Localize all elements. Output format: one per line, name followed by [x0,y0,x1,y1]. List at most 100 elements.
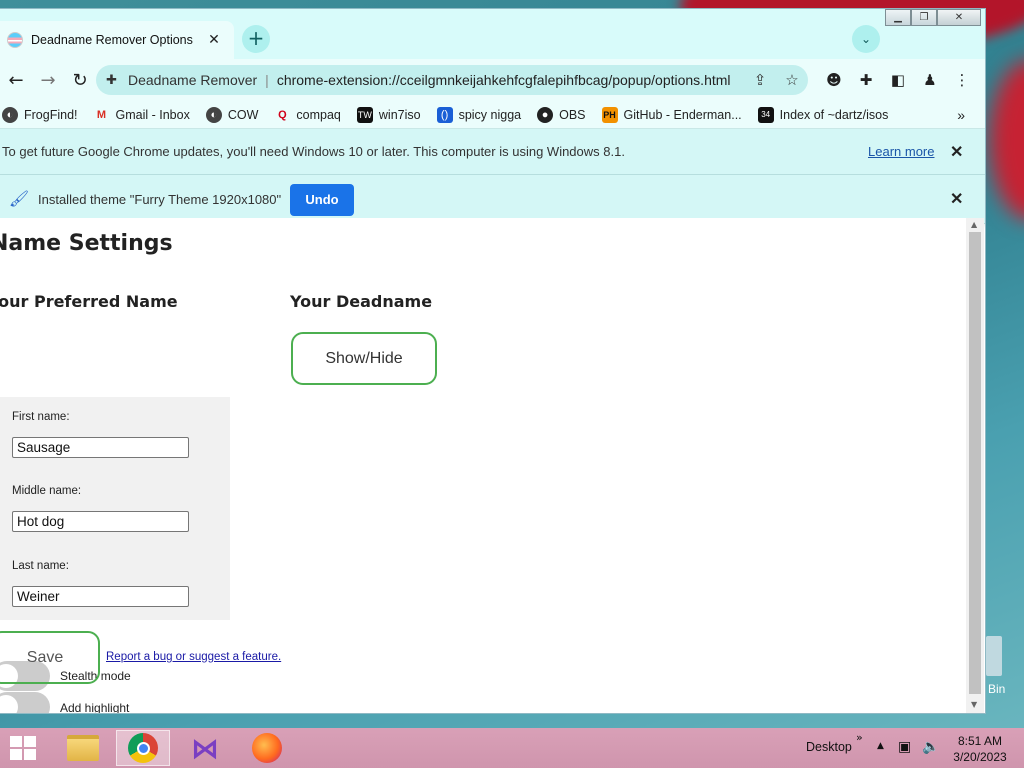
wallpaper-blob [990,60,1024,220]
tab-title: Deadname Remover Options [31,33,193,47]
address-separator: | [265,72,269,88]
add-highlight-label: Add highlight [60,701,130,714]
toolbar-right-icons: ☻ ✚ ◧ ♟ ⋮ [818,69,978,91]
address-url[interactable]: chrome-extension://cceilgmnkeijahkehfcgf… [277,72,744,88]
chrome-taskbar-icon[interactable] [116,730,170,766]
theme-infobar: 🖌 Installed theme "Furry Theme 1920x1080… [0,175,985,224]
first-name-label: First name: [12,411,70,423]
bookmark-item[interactable]: () spicy nigga [436,106,522,123]
reload-icon[interactable]: ↻ [64,70,96,91]
bookmark-item[interactable]: 34 Index of ~dartz/isos [757,106,889,123]
bookmark-item[interactable]: ● OBS [537,106,586,123]
bookmark-item[interactable]: Q compaq [274,107,341,123]
last-name-field[interactable]: Weiner [12,586,189,607]
taskbar: ⋈ Desktop » ▲ ▣ 🔈 8:51 AM 3/20/2023 [0,728,1024,768]
report-bug-link[interactable]: Report a bug or suggest a feature. [106,651,281,663]
show-hidden-icons-icon[interactable]: ▲ [877,741,884,751]
show-hide-button[interactable]: Show/Hide [291,332,437,385]
last-name-label: Last name: [12,560,69,572]
q-icon: Q [278,108,287,121]
address-bar[interactable]: ✚ Deadname Remover | chrome-extension://… [96,65,808,95]
update-infobar: To get future Google Chrome updates, you… [0,129,985,175]
window-controls: ▁ ❐ ✕ [885,9,981,26]
save-button[interactable]: Save [0,631,100,684]
toolbar-chevron-icon[interactable]: » [856,731,863,744]
undo-button[interactable]: Undo [290,184,354,216]
tw-icon: TW [356,106,373,123]
bookmark-label: Gmail - Inbox [115,107,190,122]
address-extension-name: Deadname Remover [128,72,258,88]
options-page: Name Settings Your Preferred Name Your D… [0,218,966,714]
tab-strip: Deadname Remover Options ✕ + ⌄ ▁ ❐ ✕ [0,9,985,59]
bookmark-item[interactable]: PH GitHub - Enderman... [601,106,742,123]
middle-name-field[interactable]: Hot dog [12,511,189,532]
scroll-up-arrow-icon[interactable]: ▲ [971,220,977,229]
bookmark-star-icon[interactable]: ☆ [776,71,808,89]
tab-close-icon[interactable]: ✕ [202,32,226,48]
bookmark-item[interactable]: TW win7iso [356,106,421,123]
preferred-name-heading: Your Preferred Name [0,292,178,311]
update-message: To get future Google Chrome updates, you… [2,144,625,159]
bookmark-label: OBS [559,107,586,122]
gmail-icon: M [96,108,107,121]
firefox-logo-icon [252,733,282,763]
theme-message: Installed theme "Furry Theme 1920x1080" [38,191,282,207]
tab-search-chevron-icon[interactable]: ⌄ [852,25,880,53]
learn-more-link[interactable]: Learn more [868,144,934,159]
close-window-button[interactable]: ✕ [937,9,981,26]
folder-icon [67,735,99,761]
browser-window: Deadname Remover Options ✕ + ⌄ ▁ ❐ ✕ ← →… [0,8,986,714]
add-highlight-toggle[interactable] [0,692,50,713]
clock-time: 8:51 AM [957,734,1003,748]
firefox-icon[interactable] [240,730,294,766]
grid-icon: 34 [757,106,774,123]
restore-button[interactable]: ❐ [911,9,937,26]
ph-icon: PH [601,106,618,123]
desktop-toolbar-label[interactable]: Desktop [806,740,852,754]
chrome-icon [128,733,158,763]
toggle-knob [0,695,18,713]
bookmark-item[interactable]: M Gmail - Inbox [94,107,190,123]
file-explorer-icon[interactable] [56,730,110,766]
bookmark-item[interactable]: ◐ FrogFind! [2,106,78,123]
extension-puzzle-icon: ✚ [106,72,117,87]
windows-start-icon[interactable] [10,736,38,760]
new-tab-button[interactable]: + [242,25,270,53]
bookmarks-bar: ◐ FrogFind! M Gmail - Inbox ◐ COW Q comp… [0,101,985,129]
tab-options[interactable]: Deadname Remover Options ✕ [0,21,234,59]
globe-icon: ◐ [2,106,18,123]
minimize-button[interactable]: ▁ [885,9,911,26]
preferred-name-form: First name: Sausage Middle name: Hot dog… [0,397,230,620]
bookmark-item[interactable]: ◐ COW [205,106,259,123]
forward-arrow-icon[interactable]: → [32,70,64,91]
clock[interactable]: 8:51 AM 3/20/2023 [950,733,1010,765]
recycle-bin-icon[interactable] [986,636,1002,676]
vs-logo-icon: ⋈ [191,731,219,765]
middle-name-label: Middle name: [12,485,82,497]
share-icon[interactable]: ⇪ [744,71,776,89]
scroll-thumb[interactable] [969,232,981,694]
github-icon: ● [537,106,554,123]
close-icon[interactable]: ✕ [950,142,963,162]
first-name-field[interactable]: Sausage [12,437,189,458]
globe-icon: ◐ [205,106,222,123]
extension-face-icon[interactable]: ☻ [818,69,850,91]
bookmark-label: compaq [296,107,341,122]
network-icon[interactable]: ▣ [898,739,911,755]
bracket-icon: () [436,106,453,123]
visual-studio-icon[interactable]: ⋈ [178,730,232,766]
bookmark-label: spicy nigga [458,107,522,122]
side-panel-icon[interactable]: ◧ [882,69,914,91]
bookmark-label: Index of ~dartz/isos [779,107,889,122]
recycle-bin-label: Bin [988,682,1006,696]
profile-avatar-icon[interactable]: ♟ [914,69,946,91]
volume-icon[interactable]: 🔈 [922,739,939,755]
back-arrow-icon[interactable]: ← [0,70,32,91]
kebab-menu-icon[interactable]: ⋮ [946,69,978,91]
bookmark-label: COW [227,107,259,122]
close-icon[interactable]: ✕ [950,189,963,209]
scroll-down-arrow-icon[interactable]: ▼ [971,700,977,709]
more-bookmarks-icon[interactable]: » [957,107,965,123]
extensions-puzzle-icon[interactable]: ✚ [850,69,882,91]
page-scrollbar[interactable]: ▲ ▼ [966,218,984,713]
